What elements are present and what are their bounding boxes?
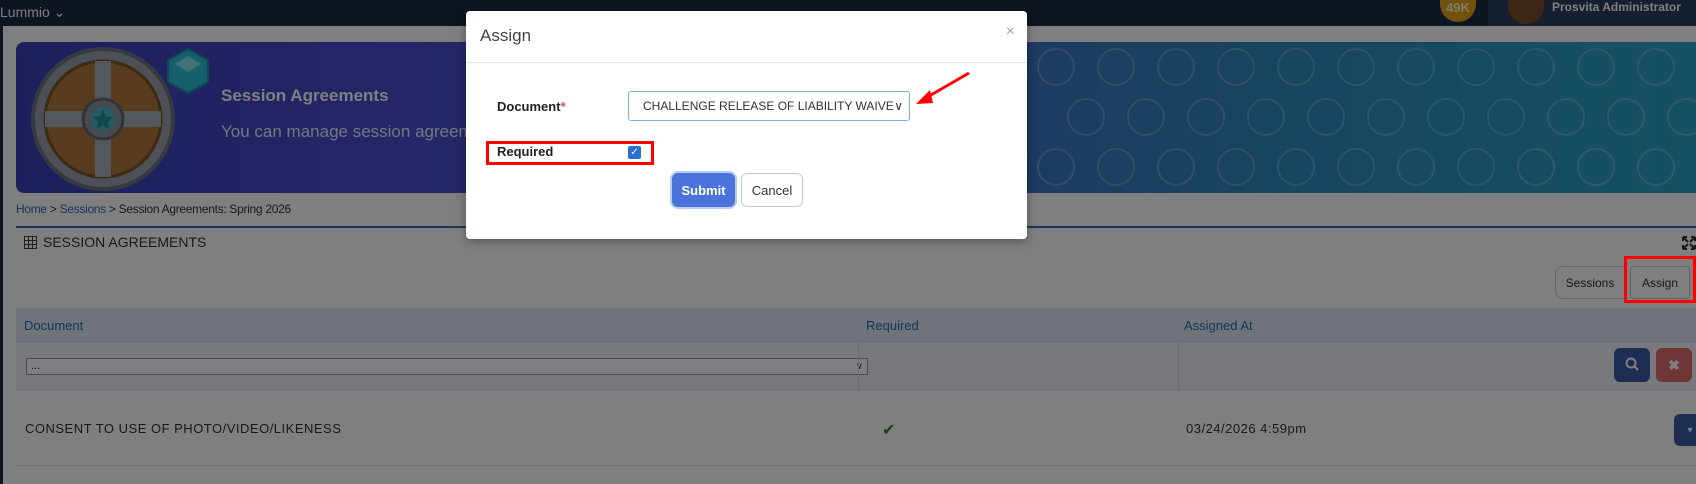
document-select-value: CHALLENGE RELEASE OF LIABILITY WAIVE	[643, 99, 894, 113]
modal-divider	[466, 62, 1027, 63]
annotation-highlight-assign	[1624, 256, 1696, 303]
submit-button[interactable]: Submit	[672, 173, 735, 207]
chevron-down-icon: ∨	[894, 99, 903, 113]
assign-modal: Assign × Document* CHALLENGE RELEASE OF …	[466, 11, 1027, 239]
modal-title: Assign	[480, 26, 532, 45]
document-label: Document*	[497, 99, 566, 114]
cancel-button[interactable]: Cancel	[741, 173, 803, 207]
annotation-arrow	[916, 71, 970, 104]
document-select[interactable]: CHALLENGE RELEASE OF LIABILITY WAIVE ∨	[628, 91, 910, 121]
close-icon[interactable]: ×	[1006, 23, 1015, 41]
document-label-text: Document	[497, 99, 561, 114]
required-star: *	[560, 99, 566, 114]
annotation-highlight-required	[486, 141, 654, 165]
